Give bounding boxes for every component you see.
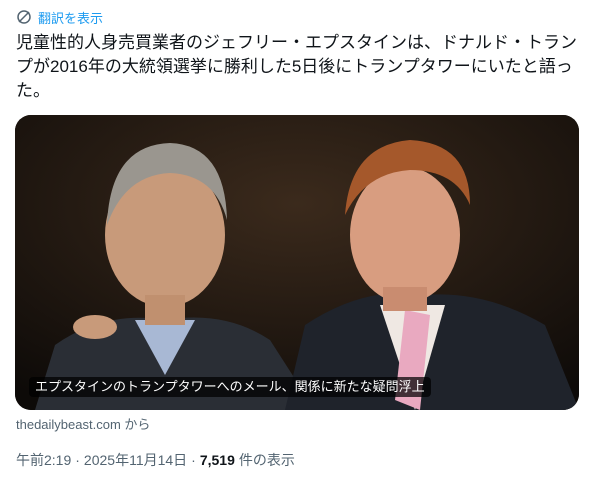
meta-separator: · [75,452,80,468]
tweet-date[interactable]: 2025年11月14日 [84,450,187,470]
tweet-meta: 午前2:19 · 2025年11月14日 · 7,519 件の表示 [16,450,295,470]
tweet-time[interactable]: 午前2:19 [16,450,71,470]
link-card[interactable]: エプスタインのトランプタワーへのメール、関係に新たな疑問浮上 [15,115,579,410]
link-card-headline: エプスタインのトランプタワーへのメール、関係に新たな疑問浮上 [29,377,431,397]
meta-separator: · [191,452,196,468]
translate-button[interactable]: 翻訳を表示 [16,8,103,26]
link-source[interactable]: thedailybeast.com から [16,414,150,433]
translate-label[interactable]: 翻訳を表示 [38,8,103,27]
news-photo [15,115,579,410]
views-count: 7,519 [199,452,235,468]
tweet-text: 児童性的人身売買業者のジェフリー・エプスタインは、ドナルド・トランプが2016年… [16,33,577,100]
translate-icon [16,9,32,25]
views-label: 件の表示 [238,452,295,468]
